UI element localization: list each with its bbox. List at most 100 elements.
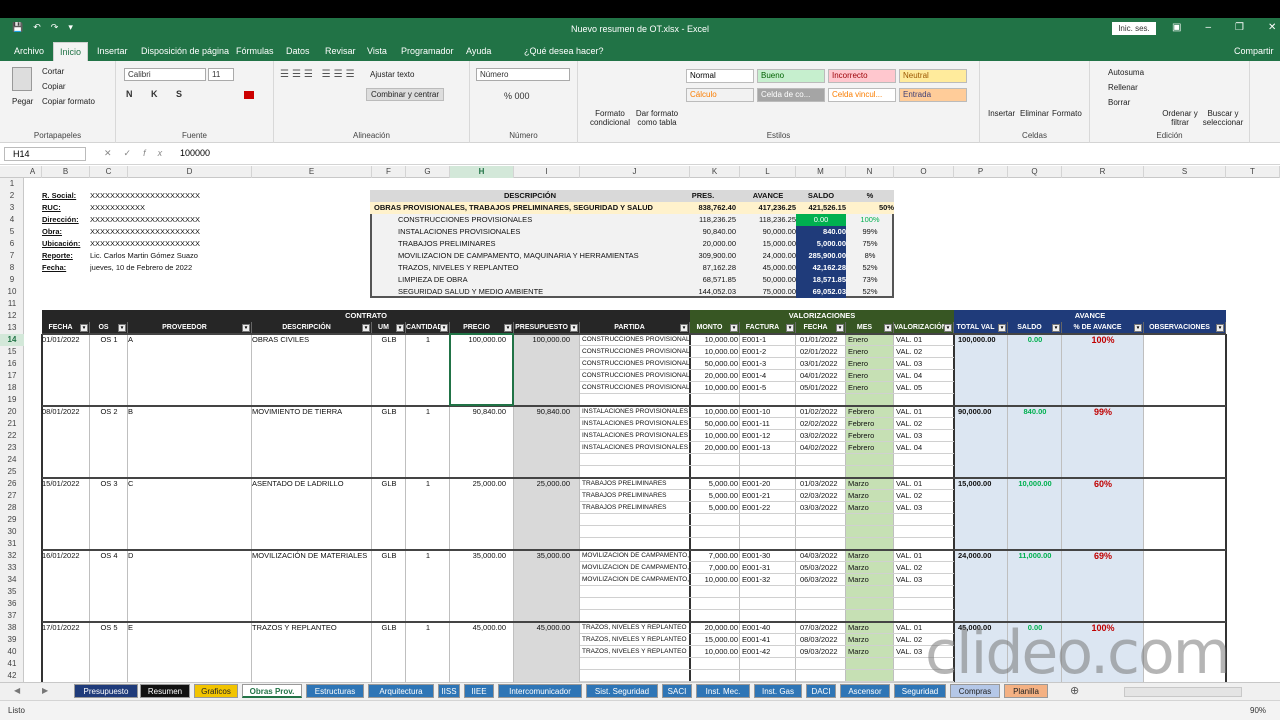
contract-pct[interactable]: 99%	[1062, 406, 1144, 418]
sheet-tab-6[interactable]: IISS	[438, 684, 460, 698]
row-header-20[interactable]: 20	[0, 406, 24, 418]
menu-tab-8[interactable]: Programador	[401, 46, 454, 56]
filter-dropdown-icon[interactable]: ▾	[570, 324, 578, 332]
col-header-F[interactable]: F	[372, 166, 406, 178]
row-header-14[interactable]: 14	[0, 334, 24, 346]
sheet-tab-2[interactable]: Graficos	[194, 684, 238, 698]
filter-dropdown-icon[interactable]: ▾	[242, 324, 250, 332]
contract-os[interactable]: OS 1	[90, 334, 128, 346]
menu-tab-5[interactable]: Datos	[286, 46, 310, 56]
font-name-combo[interactable]: Calibri	[124, 68, 206, 81]
contract-presupuesto[interactable]: 45,000.00	[514, 622, 580, 634]
font-size-combo[interactable]: 11	[208, 68, 234, 81]
contract-um[interactable]: GLB	[372, 550, 406, 562]
cell-style-5[interactable]: Celda de co...	[757, 88, 825, 102]
ribbon-display-icon[interactable]: ▣	[1172, 22, 1181, 33]
contract-os[interactable]: OS 3	[90, 478, 128, 490]
contract-fecha[interactable]: 01/01/2022	[42, 334, 90, 346]
contract-descripcion[interactable]: ASENTADO DE LADRILLO	[252, 478, 372, 490]
row-header-34[interactable]: 34	[0, 574, 24, 586]
row-header-9[interactable]: 9	[0, 274, 24, 286]
contract-saldo[interactable]: 11,000.00	[1008, 550, 1062, 562]
sheet-tab-7[interactable]: IIEE	[464, 684, 494, 698]
filter-dropdown-icon[interactable]: ▾	[944, 324, 952, 332]
row-header-42[interactable]: 42	[0, 670, 24, 682]
col-header-L[interactable]: L	[740, 166, 796, 178]
filter-dropdown-icon[interactable]: ▾	[362, 324, 370, 332]
sheet-tab-12[interactable]: Inst. Gas	[754, 684, 802, 698]
row-header-11[interactable]: 11	[0, 298, 24, 310]
col-header-J[interactable]: J	[580, 166, 690, 178]
sheet-tab-11[interactable]: Inst. Mec.	[696, 684, 750, 698]
col-header-Q[interactable]: Q	[1008, 166, 1062, 178]
find-select-button[interactable]: Buscar y seleccionar	[1200, 109, 1246, 127]
col-header-R[interactable]: R	[1062, 166, 1144, 178]
contract-descripcion[interactable]: OBRAS CIVILES	[252, 334, 372, 346]
format-painter-button[interactable]: Copiar formato	[42, 97, 95, 106]
menu-tab-2[interactable]: Insertar	[97, 46, 128, 56]
row-header-8[interactable]: 8	[0, 262, 24, 274]
contract-precio[interactable]: 25,000.00	[450, 478, 514, 490]
col-header-I[interactable]: I	[514, 166, 580, 178]
row-header-13[interactable]: 13	[0, 322, 24, 334]
copy-button[interactable]: Copiar	[42, 82, 66, 91]
cell-grid[interactable]: R. Social: XXXXXXXXXXXXXXXXXXXXXX RUC: XXXX…	[25, 178, 1280, 682]
contract-cantidad[interactable]: 1	[406, 478, 450, 490]
sort-filter-button[interactable]: Ordenar y filtrar	[1160, 109, 1200, 127]
row-header-33[interactable]: 33	[0, 562, 24, 574]
filter-dropdown-icon[interactable]: ▾	[1134, 324, 1142, 332]
sheet-tab-8[interactable]: Intercomunicador	[498, 684, 582, 698]
cell-style-0[interactable]: Normal	[686, 69, 754, 83]
contract-total-val[interactable]: 100,000.00	[954, 334, 1008, 346]
worksheet[interactable]: ABCDEFGHIJKLMNOPQRST 1 2 3 4 5 6 7 8 9 10 11 12 13 14…	[0, 166, 1280, 682]
contract-pct[interactable]: 100%	[1062, 334, 1144, 346]
row-header-12[interactable]: 12	[0, 310, 24, 322]
row-header-36[interactable]: 36	[0, 598, 24, 610]
row-header-22[interactable]: 22	[0, 430, 24, 442]
col-header-D[interactable]: D	[128, 166, 252, 178]
contract-proveedor[interactable]: D	[128, 550, 252, 562]
filter-dropdown-icon[interactable]: ▾	[396, 324, 404, 332]
sheet-tab-1[interactable]: Resumen	[140, 684, 190, 698]
sheet-tab-10[interactable]: SACI	[662, 684, 692, 698]
contract-fecha[interactable]: 08/01/2022	[42, 406, 90, 418]
menu-tab-9[interactable]: Ayuda	[466, 46, 491, 56]
row-header-27[interactable]: 27	[0, 490, 24, 502]
contract-pct[interactable]: 60%	[1062, 478, 1144, 490]
col-header-G[interactable]: G	[406, 166, 450, 178]
filter-dropdown-icon[interactable]: ▾	[440, 324, 448, 332]
contract-descripcion[interactable]: MOVIMIENTO DE TIERRA	[252, 406, 372, 418]
menu-tab-0[interactable]: Archivo	[14, 46, 44, 56]
cut-button[interactable]: Cortar	[42, 67, 64, 76]
row-header-6[interactable]: 6	[0, 238, 24, 250]
filter-dropdown-icon[interactable]: ▾	[118, 324, 126, 332]
row-header-2[interactable]: 2	[0, 190, 24, 202]
row-header-29[interactable]: 29	[0, 514, 24, 526]
row-header-5[interactable]: 5	[0, 226, 24, 238]
delete-cells-button[interactable]: Eliminar	[1020, 109, 1049, 118]
sheet-tab-13[interactable]: DACI	[806, 684, 836, 698]
contract-total-val[interactable]: 24,000.00	[954, 550, 1008, 562]
filter-dropdown-icon[interactable]: ▾	[504, 324, 512, 332]
contract-presupuesto[interactable]: 100,000.00	[514, 334, 580, 346]
sheet-tab-0[interactable]: Presupuesto	[74, 684, 138, 698]
contract-saldo[interactable]: 0.00	[1008, 334, 1062, 346]
contract-total-val[interactable]: 15,000.00	[954, 478, 1008, 490]
contract-um[interactable]: GLB	[372, 406, 406, 418]
cell-style-3[interactable]: Neutral	[899, 69, 967, 83]
menu-tab-3[interactable]: Disposición de página	[141, 46, 229, 56]
row-header-1[interactable]: 1	[0, 178, 24, 190]
contract-um[interactable]: GLB	[372, 622, 406, 634]
row-header-16[interactable]: 16	[0, 358, 24, 370]
contract-presupuesto[interactable]: 35,000.00	[514, 550, 580, 562]
cell-style-4[interactable]: Cálculo	[686, 88, 754, 102]
conditional-format-button[interactable]: Formato condicional	[584, 109, 636, 127]
contract-descripcion[interactable]: TRAZOS Y REPLANTEO	[252, 622, 372, 634]
menu-tab-1[interactable]: Inicio	[53, 42, 89, 61]
row-header-38[interactable]: 38	[0, 622, 24, 634]
contract-cantidad[interactable]: 1	[406, 622, 450, 634]
contract-os[interactable]: OS 2	[90, 406, 128, 418]
col-header-S[interactable]: S	[1144, 166, 1226, 178]
menu-tab-6[interactable]: Revisar	[325, 46, 356, 56]
contract-precio[interactable]: 35,000.00	[450, 550, 514, 562]
